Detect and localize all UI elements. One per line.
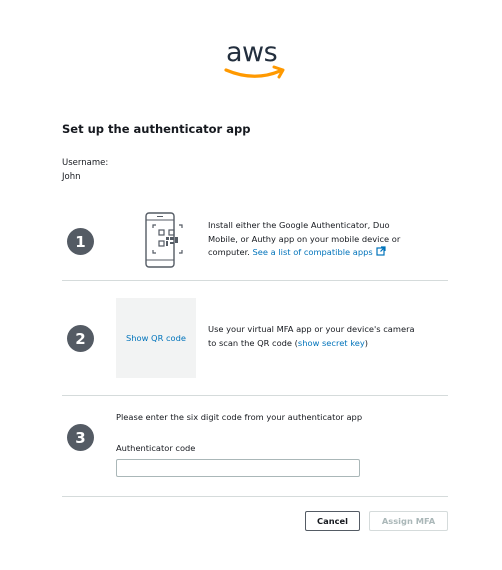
qr-code-placeholder[interactable]: Show QR code <box>116 298 196 378</box>
step-3-instruction: Please enter the six digit code from you… <box>116 412 363 422</box>
step-1-number: 1 <box>67 228 94 255</box>
show-qr-code-button[interactable]: Show QR code <box>126 333 186 343</box>
username-label: Username: <box>62 158 109 168</box>
step-2-text: Use your virtual MFA app or your device'… <box>208 324 415 348</box>
authenticator-code-input[interactable] <box>116 459 360 477</box>
page-title: Set up the authenticator app <box>62 122 251 136</box>
aws-logo: aws <box>224 38 288 82</box>
footer-divider <box>62 496 448 497</box>
step-3-number: 3 <box>67 424 94 451</box>
step-divider <box>62 395 448 396</box>
authenticator-code-label: Authenticator code <box>116 443 196 453</box>
step-2-number: 2 <box>67 325 94 352</box>
compatible-apps-link[interactable]: See a list of compatible apps <box>253 247 373 257</box>
aws-smile-icon <box>224 65 285 79</box>
step-1-text: Install either the Google Authenticator,… <box>208 219 422 260</box>
show-secret-key-link[interactable]: show secret key <box>298 338 365 348</box>
step-divider <box>62 280 448 281</box>
cancel-button[interactable]: Cancel <box>305 511 360 531</box>
assign-mfa-button[interactable]: Assign MFA <box>369 511 448 531</box>
phone-qr-icon <box>143 212 187 272</box>
username-value: John <box>62 172 81 182</box>
external-link-icon[interactable] <box>376 246 386 256</box>
